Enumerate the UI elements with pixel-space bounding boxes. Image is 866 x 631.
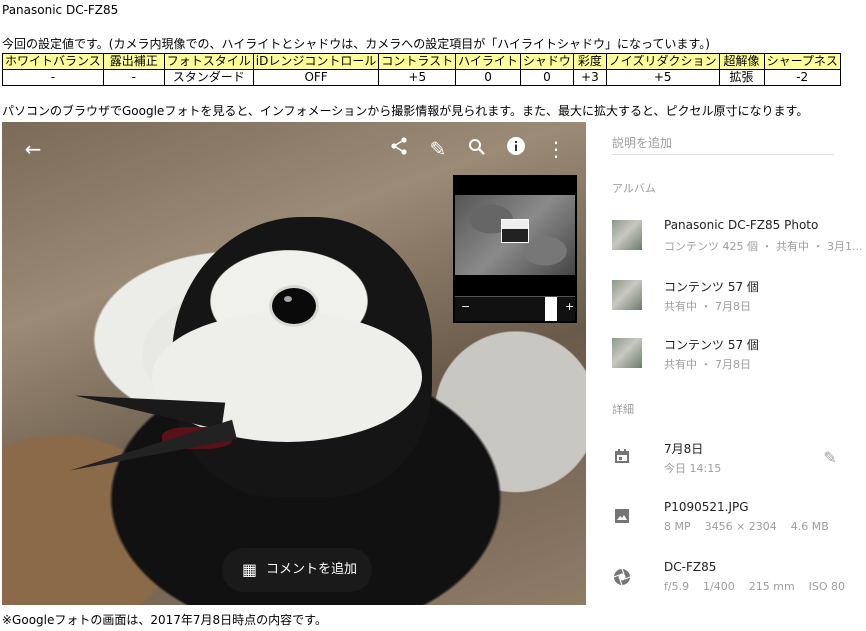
settings-value-cell: +3: [572, 69, 607, 86]
settings-value-cell: -: [102, 69, 165, 86]
more-icon[interactable]: ⋮: [543, 136, 569, 162]
album-heading: アルバム: [612, 182, 656, 195]
settings-value-cell: 0: [455, 69, 521, 86]
settings-header-cell: シャープネス: [763, 53, 841, 70]
camera-model: DC-FZ85: [664, 560, 717, 574]
settings-value-cell: -: [2, 69, 104, 86]
zoom-in-button[interactable]: +: [565, 300, 574, 313]
zoom-out-button[interactable]: −: [461, 300, 470, 313]
album-item[interactable]: コンテンツ 57 個 共有中 ・ 7月8日: [588, 274, 864, 314]
settings-value-cell: +5: [378, 69, 457, 86]
info-panel: 説明を追加 アルバム Panasonic DC-FZ85 Photo コンテンツ…: [588, 122, 864, 605]
file-name: P1090521.JPG: [664, 500, 749, 514]
comment-icon: ▦: [242, 560, 258, 579]
back-arrow-icon[interactable]: ←: [20, 136, 46, 162]
settings-value-cell: 0: [519, 69, 574, 86]
album-meta: 共有中 ・ 7月8日: [664, 300, 751, 313]
exposure-info: f/5.9 1/400 215 mm ISO 80: [664, 580, 846, 593]
settings-header-row: ホワイトバランス 露出補正 フォトスタイル iDレンジコントロール コントラスト…: [2, 53, 841, 70]
bird-eye: [269, 285, 319, 327]
album-thumbnail: [612, 338, 642, 368]
settings-value-cell: 拡張: [718, 69, 765, 86]
settings-header-cell: 超解像: [718, 53, 765, 70]
settings-header-cell: ハイライト: [455, 53, 521, 70]
image-icon: [612, 508, 632, 528]
intro-text: 今回の設定値です。(カメラ内現像での、ハイライトとシャドウは、カメラへの設定項目…: [2, 37, 710, 51]
settings-value-cell: -2: [763, 69, 841, 86]
album-item[interactable]: コンテンツ 57 個 共有中 ・ 7月8日: [588, 332, 864, 372]
caption-text: パソコンのブラウザでGoogleフォトを見ると、インフォメーションから撮影情報が…: [2, 104, 809, 118]
file-info: 8 MP 3456 × 2304 4.6 MB: [664, 520, 829, 533]
settings-value-cell: スタンダード: [163, 69, 254, 86]
details-heading: 詳細: [612, 403, 634, 416]
zoom-slider[interactable]: − +: [455, 296, 575, 321]
settings-header-cell: シャドウ: [519, 53, 574, 70]
settings-value-cell: +5: [605, 69, 720, 86]
description-field[interactable]: 説明を追加: [612, 132, 834, 155]
zoom-navigator[interactable]: − +: [453, 175, 577, 323]
camera-aperture-icon: [612, 568, 632, 588]
album-thumbnail: [612, 280, 642, 310]
settings-header-cell: コントラスト: [378, 53, 457, 70]
settings-header-cell: フォトスタイル: [163, 53, 254, 70]
settings-table: ホワイトバランス 露出補正 フォトスタイル iDレンジコントロール コントラスト…: [2, 53, 841, 86]
photo-date: 7月8日: [664, 442, 704, 456]
settings-value-cell: OFF: [252, 69, 380, 86]
zoom-icon[interactable]: [464, 136, 490, 162]
settings-header-cell: ホワイトバランス: [2, 53, 104, 70]
album-title: コンテンツ 57 個: [664, 280, 759, 294]
settings-header-cell: ノイズリダクション: [605, 53, 720, 70]
album-meta: 共有中 ・ 7月8日: [664, 358, 751, 371]
footer-note: ※Googleフォトの画面は、2017年7月8日時点の内容です。: [2, 613, 327, 627]
album-title: Panasonic DC-FZ85 Photo: [664, 218, 819, 232]
info-icon[interactable]: [503, 136, 529, 162]
add-comment-label: コメントを追加: [266, 562, 358, 577]
settings-value-row: - - スタンダード OFF +5 0 0 +3 +5 拡張 -2: [2, 69, 841, 86]
page-title: Panasonic DC-FZ85: [2, 3, 119, 17]
zoom-slider-handle[interactable]: [545, 297, 557, 321]
photo-time: 今日 14:15: [664, 462, 722, 475]
settings-header-cell: 彩度: [572, 53, 607, 70]
photo-viewer[interactable]: ← ✎ ⋮ − + ▦ コメントを追加: [2, 122, 586, 605]
edit-date-icon[interactable]: ✎: [820, 448, 840, 468]
zoom-thumbnail: [455, 195, 575, 275]
album-thumbnail: [612, 220, 642, 250]
zoom-viewport-box[interactable]: [501, 219, 529, 243]
album-item[interactable]: Panasonic DC-FZ85 Photo コンテンツ 425 個 ・ 共有…: [588, 214, 864, 254]
add-comment-button[interactable]: ▦ コメントを追加: [222, 548, 372, 592]
settings-header-cell: 露出補正: [102, 53, 165, 70]
album-meta: コンテンツ 425 個 ・ 共有中 ・ 3月1...: [664, 240, 863, 253]
edit-icon[interactable]: ✎: [425, 136, 451, 162]
settings-header-cell: iDレンジコントロール: [252, 53, 380, 70]
calendar-icon: [612, 448, 632, 468]
album-title: コンテンツ 57 個: [664, 338, 759, 352]
share-icon[interactable]: [386, 136, 412, 162]
description-placeholder: 説明を追加: [612, 136, 673, 150]
